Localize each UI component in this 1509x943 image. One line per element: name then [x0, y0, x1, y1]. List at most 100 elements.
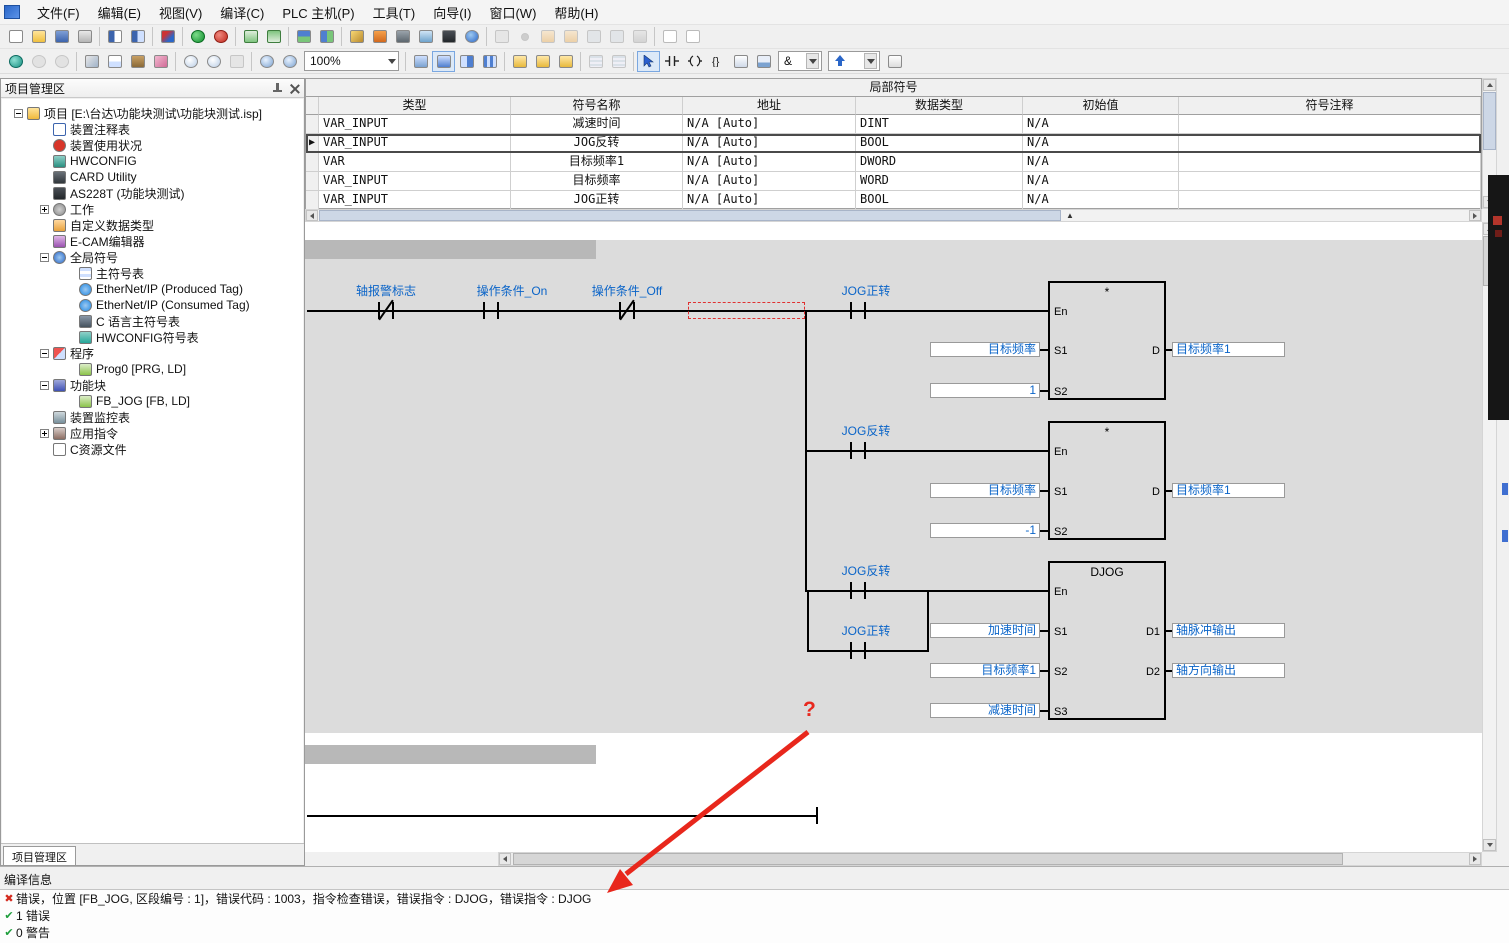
cell-address[interactable]: N/A [Auto]: [683, 115, 856, 134]
scroll-left-icon[interactable]: [306, 210, 318, 221]
compile-stop-button[interactable]: [209, 26, 232, 47]
cell-initial[interactable]: N/A: [1023, 172, 1179, 191]
menu-edit[interactable]: 编辑(E): [89, 0, 150, 25]
operand-const-neg1[interactable]: -1: [930, 523, 1040, 538]
nav-back-button[interactable]: [4, 51, 27, 72]
no-contact-jog-fwd[interactable]: [850, 302, 866, 319]
cell-type[interactable]: VAR_INPUT: [319, 115, 511, 134]
cell-comment[interactable]: [1179, 134, 1481, 153]
cell-comment[interactable]: [1179, 115, 1481, 134]
compile-summary-errors[interactable]: ✔ 1 错误: [0, 907, 1509, 924]
cell-address[interactable]: N/A [Auto]: [683, 191, 856, 210]
cell-address[interactable]: N/A [Auto]: [683, 172, 856, 191]
upload-from-plc-button[interactable]: [262, 26, 285, 47]
col-initial[interactable]: 初始值: [1023, 97, 1179, 115]
insert-contact-button[interactable]: [660, 51, 683, 72]
print-button[interactable]: [73, 26, 96, 47]
monitor-off-button[interactable]: [607, 51, 630, 72]
scroll-up-icon[interactable]: [1483, 79, 1496, 91]
network-2-header[interactable]: [305, 745, 596, 764]
insert-network-button[interactable]: [752, 51, 775, 72]
window-split-grid-icon[interactable]: [126, 26, 149, 47]
tree-item-enetip-consumed[interactable]: EtherNet/IP (Consumed Tag): [2, 297, 303, 313]
scroll-thumb[interactable]: [513, 853, 1343, 865]
symbol-row-selected[interactable]: ▶ VAR_INPUT JOG反转 N/A [Auto] BOOL N/A: [306, 134, 1481, 153]
scroll-down-icon[interactable]: [1483, 839, 1496, 851]
contact-label[interactable]: JOG反转: [801, 562, 931, 579]
cell-datatype[interactable]: WORD: [856, 172, 1023, 191]
rotate-forward-button[interactable]: [536, 26, 559, 47]
device-chip-button[interactable]: [391, 26, 414, 47]
menu-file[interactable]: 文件(F): [28, 0, 89, 25]
download-to-plc-button[interactable]: [239, 26, 262, 47]
cell-initial[interactable]: N/A: [1023, 115, 1179, 134]
contact-stub[interactable]: [816, 807, 818, 824]
menu-compile[interactable]: 编译(C): [211, 0, 273, 25]
cell-type[interactable]: VAR_INPUT: [319, 134, 511, 153]
tile-vertical-button[interactable]: [315, 26, 338, 47]
operand-axis-pulse-out[interactable]: 轴脉冲输出: [1172, 623, 1285, 638]
tree-item-c-resource-file[interactable]: C资源文件: [2, 441, 303, 457]
cell-address[interactable]: N/A [Auto]: [683, 134, 856, 153]
tree-item-applied-instructions[interactable]: 应用指令: [2, 425, 303, 441]
tree-item-hwconfig-symbols[interactable]: HWCONFIG符号表: [2, 329, 303, 345]
splitter-collapse-icon[interactable]: ▲: [1066, 210, 1074, 221]
edit-tool-button[interactable]: [345, 26, 368, 47]
collapse-expander-icon[interactable]: [40, 349, 49, 358]
close-icon[interactable]: [289, 83, 300, 94]
memory-card-button[interactable]: [437, 26, 460, 47]
tree-item-card-utility[interactable]: CARD Utility: [2, 169, 303, 185]
chevron-down-icon[interactable]: [864, 53, 877, 69]
collapse-expander-icon[interactable]: [14, 109, 23, 118]
insert-coil-button[interactable]: [683, 51, 706, 72]
compile-summary-warnings[interactable]: ✔ 0 警告: [0, 924, 1509, 941]
link-chain-button[interactable]: [582, 26, 605, 47]
cell-datatype[interactable]: BOOL: [856, 191, 1023, 210]
cell-name[interactable]: 减速时间: [511, 115, 683, 134]
network-1-header[interactable]: [305, 240, 596, 259]
operand-const-1[interactable]: 1: [930, 383, 1040, 398]
col-address[interactable]: 地址: [683, 97, 856, 115]
cell-initial[interactable]: N/A: [1023, 191, 1179, 210]
nc-contact-alarm[interactable]: [378, 302, 394, 319]
symbol-row[interactable]: VAR_INPUT JOG正转 N/A [Auto] BOOL N/A: [306, 191, 1481, 210]
select-cursor-button[interactable]: [637, 51, 660, 72]
function-block-mul-1[interactable]: * En S1 S2 D: [1048, 281, 1166, 400]
selection-cursor-cell[interactable]: [688, 302, 805, 319]
insert-block-button[interactable]: [729, 51, 752, 72]
symbol-row[interactable]: VAR_INPUT 减速时间 N/A [Auto] DINT N/A: [306, 115, 1481, 134]
tree-item-enetip-produced[interactable]: EtherNet/IP (Produced Tag): [2, 281, 303, 297]
menu-view[interactable]: 视图(V): [150, 0, 211, 25]
tile-horizontal-button[interactable]: [292, 26, 315, 47]
contact-label[interactable]: 操作条件_Off: [562, 282, 692, 299]
nav-forward-button[interactable]: [50, 51, 73, 72]
monitor-on-button[interactable]: [584, 51, 607, 72]
find-button[interactable]: [179, 51, 202, 72]
function-block-djog[interactable]: DJOG En S1 S2 S3 D1 D2: [1048, 561, 1166, 720]
compile-run-button[interactable]: [186, 26, 209, 47]
comment-edit-button[interactable]: [883, 51, 906, 72]
contact-label[interactable]: JOG正转: [801, 622, 931, 639]
symbol-table-view-button[interactable]: [409, 51, 432, 72]
cell-name[interactable]: 目标频率: [511, 172, 683, 191]
operand-accel-time[interactable]: 加速时间: [930, 623, 1040, 638]
monitor-button[interactable]: [414, 26, 437, 47]
tab-project-manager[interactable]: 项目管理区: [3, 846, 76, 865]
cell-datatype[interactable]: DWORD: [856, 153, 1023, 172]
nc-contact-cond-off[interactable]: [619, 302, 635, 319]
contact-label[interactable]: 操作条件_On: [447, 282, 577, 299]
blank-box-2[interactable]: [681, 26, 704, 47]
save-button[interactable]: [50, 26, 73, 47]
paste-button[interactable]: [126, 51, 149, 72]
ladder-editor[interactable]: 轴报警标志 操作条件_On 操作条件_Off JOG正转 JOG反转 JOG反转…: [305, 222, 1482, 852]
no-contact-jog-rev-2[interactable]: [850, 582, 866, 599]
tree-item-c-symbol-table[interactable]: C 语言主符号表: [2, 313, 303, 329]
scroll-thumb[interactable]: [1483, 92, 1496, 150]
menu-plc[interactable]: PLC 主机(P): [273, 0, 363, 25]
cell-datatype[interactable]: DINT: [856, 115, 1023, 134]
symbol-row[interactable]: VAR_INPUT 目标频率 N/A [Auto] WORD N/A: [306, 172, 1481, 191]
zoom-in-button[interactable]: [255, 51, 278, 72]
pin-icon[interactable]: [272, 83, 283, 94]
split-view-button[interactable]: [455, 51, 478, 72]
chevron-down-icon[interactable]: [806, 53, 819, 69]
